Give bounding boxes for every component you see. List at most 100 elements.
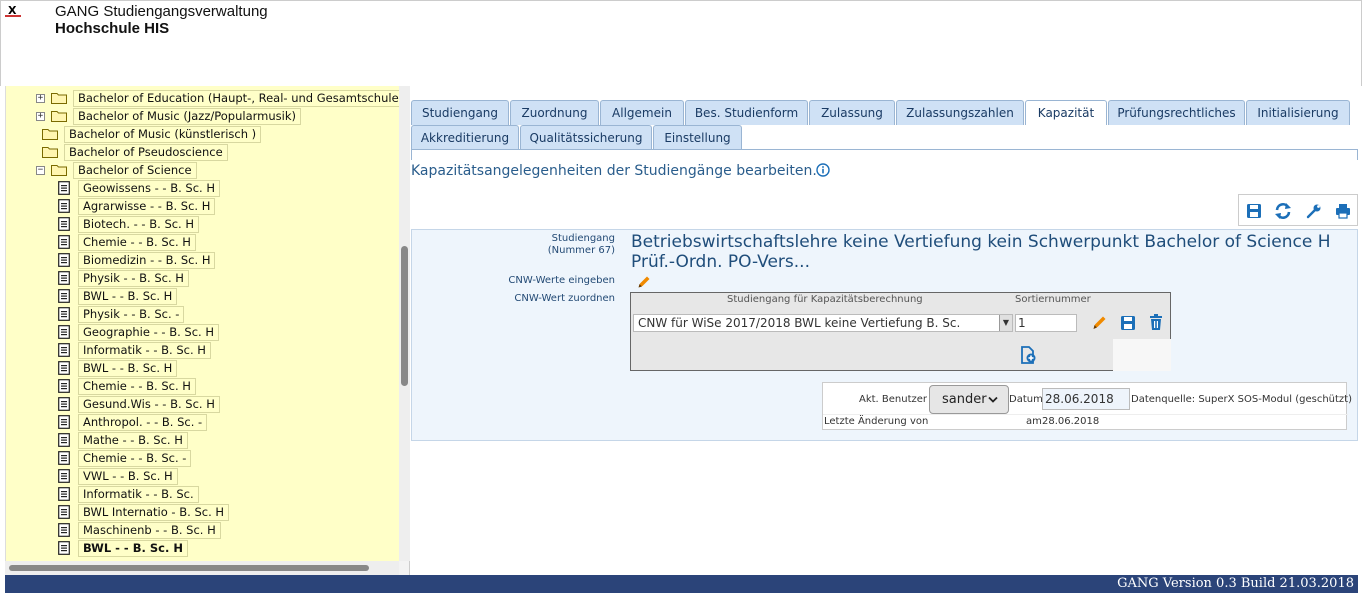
- tree-item-label: Physik - - B. Sc. -: [78, 305, 185, 323]
- tree-item-label: Biotech. - - B. Sc. H: [78, 215, 200, 233]
- sort-number-input[interactable]: 1: [1015, 314, 1077, 332]
- tree-item[interactable]: Geowissens - - B. Sc. H: [58, 179, 221, 197]
- tree-item[interactable]: Geographie - - B. Sc. H: [58, 323, 220, 341]
- tree-vertical-scroll-thumb[interactable]: [401, 246, 408, 386]
- tree-item[interactable]: VWL - - B. Sc. H: [58, 467, 178, 485]
- tree-item[interactable]: Chemie - - B. Sc. H: [58, 377, 196, 395]
- print-button[interactable]: [1333, 201, 1353, 221]
- tab-studiengang[interactable]: Studiengang: [411, 100, 509, 125]
- tree-item[interactable]: BWL - - B. Sc. H: [58, 539, 188, 557]
- tree-item-label: BWL Internatio - B. Sc. H: [78, 503, 230, 521]
- tree-item[interactable]: Agrarwisse - - B. Sc. H: [58, 197, 216, 215]
- tree-item[interactable]: + Bachelor of Music (Jazz/Popularmusik): [36, 107, 301, 125]
- tab-zuordnung[interactable]: Zuordnung: [510, 100, 599, 125]
- tab-einstellung[interactable]: Einstellung: [653, 125, 742, 150]
- tree-item[interactable]: BWL - - B. Sc. H: [58, 359, 178, 377]
- tree-item[interactable]: Informatik - - B. Sc.: [58, 485, 199, 503]
- tab-qualitätssicherung[interactable]: Qualitätssicherung: [520, 125, 652, 150]
- document-icon: [58, 523, 70, 537]
- edit-row-pencil-icon[interactable]: [1091, 314, 1109, 332]
- tree-item[interactable]: Physik - - B. Sc. H: [58, 269, 189, 287]
- tree-item[interactable]: Chemie - - B. Sc. H: [58, 233, 196, 251]
- tree-item[interactable]: − Bachelor of Science: [36, 161, 197, 179]
- dropdown-arrow-icon[interactable]: ▼: [999, 315, 1012, 331]
- tab-kapazität[interactable]: Kapazität: [1025, 100, 1107, 125]
- tree-item-label: BWL - - B. Sc. H: [78, 539, 188, 557]
- tree-item[interactable]: Mathe - - B. Sc. H: [58, 431, 188, 449]
- tree-item-label: Bachelor of Music (künstlerisch ): [64, 125, 262, 143]
- tab-allgemein[interactable]: Allgemein: [600, 100, 684, 125]
- tree-item-label: Agrarwisse - - B. Sc. H: [78, 197, 216, 215]
- tree-item[interactable]: Gesund.Wis - - B. Sc. H: [58, 395, 220, 413]
- document-icon: [58, 343, 70, 357]
- tree-item[interactable]: Biotech. - - B. Sc. H: [58, 215, 200, 233]
- add-row-document-icon[interactable]: [1019, 346, 1037, 364]
- tree-horizontal-scroll-thumb[interactable]: [9, 565, 369, 571]
- tree-item[interactable]: Bachelor of Music (künstlerisch ): [42, 125, 262, 143]
- tree-item[interactable]: BWL Internatio - B. Sc. H: [58, 503, 230, 521]
- settings-button[interactable]: [1304, 201, 1324, 221]
- tree-vertical-scrollbar[interactable]: [399, 86, 410, 561]
- tree-item-label: Bachelor of Education (Haupt-, Real- und…: [73, 89, 399, 107]
- tree-item[interactable]: Maschinenb - - B. Sc. H: [58, 521, 221, 539]
- collapse-toggle-icon[interactable]: −: [36, 165, 45, 175]
- folder-icon: [51, 111, 67, 122]
- folder-open-icon: [51, 165, 67, 176]
- save-button[interactable]: [1244, 201, 1264, 221]
- tree-item-label: Chemie - - B. Sc. H: [78, 233, 196, 251]
- delete-row-trash-icon[interactable]: [1147, 313, 1165, 331]
- document-icon: [58, 271, 70, 285]
- tree-item[interactable]: Physik - - B. Sc. -: [58, 305, 185, 323]
- capacity-form: Studiengang (Nummer 67) Betriebswirtscha…: [411, 229, 1358, 441]
- refresh-button[interactable]: [1273, 201, 1293, 221]
- studiengang-number: (Nummer 67): [547, 245, 615, 256]
- document-icon: [58, 451, 70, 465]
- document-icon: [58, 181, 70, 195]
- tree-panel: + Bachelor of Education (Haupt-, Real- un…: [5, 86, 410, 575]
- tree-item[interactable]: + Bachelor of Education (Haupt-, Real- un…: [36, 89, 399, 107]
- tree-item[interactable]: Anthropol. - - B. Sc. -: [58, 413, 208, 431]
- document-icon: [58, 397, 70, 411]
- tree-item[interactable]: Biomedizin - - B. Sc. H: [58, 251, 216, 269]
- app-header: X GANG Studiengangsverwaltung Hochschule…: [0, 0, 1362, 86]
- tree-item-label: BWL - - B. Sc. H: [78, 287, 178, 305]
- column-header-studiengang: Studiengang für Kapazitätsberechnung: [727, 294, 923, 305]
- column-header-sortiernummer: Sortiernummer: [1015, 294, 1091, 305]
- refresh-icon: [1275, 203, 1291, 219]
- user-name: sander: [942, 392, 987, 407]
- tree-item-label: Bachelor of Pseudoscience: [64, 143, 228, 161]
- document-icon: [58, 361, 70, 375]
- tree-item[interactable]: Bachelor of Pseudoscience: [42, 143, 228, 161]
- tree-item-label: Geographie - - B. Sc. H: [78, 323, 220, 341]
- studiengang-value: Betriebswirtschaftslehre keine Vertiefun…: [631, 232, 1331, 272]
- date-input[interactable]: 28.06.2018: [1042, 388, 1130, 410]
- info-icon[interactable]: [816, 163, 830, 177]
- program-tree: + Bachelor of Education (Haupt-, Real- un…: [5, 86, 399, 561]
- expand-toggle-icon[interactable]: +: [36, 93, 45, 103]
- tab-initialisierung[interactable]: Initialisierung: [1246, 100, 1350, 125]
- tree-item[interactable]: BWL - - B. Sc. H: [58, 287, 178, 305]
- tab-zulassungszahlen[interactable]: Zulassungszahlen: [896, 100, 1024, 125]
- current-user-label: Akt. Benutzer: [859, 394, 928, 405]
- tree-item[interactable]: Informatik - - B. Sc. H: [58, 341, 211, 359]
- tab-bes-studienform[interactable]: Bes. Studienform: [685, 100, 808, 125]
- tree-horizontal-scrollbar[interactable]: [5, 561, 399, 575]
- save-row-icon[interactable]: [1119, 314, 1137, 332]
- cnw-select[interactable]: CNW für WiSe 2017/2018 BWL keine Vertief…: [633, 314, 1013, 332]
- last-change-date: 28.06.2018: [1042, 416, 1100, 427]
- expand-toggle-icon[interactable]: +: [36, 111, 45, 121]
- edit-cnw-pencil-icon[interactable]: [636, 274, 652, 290]
- app-title: GANG Studiengangsverwaltung: [55, 3, 268, 20]
- tab-akkreditierung[interactable]: Akkreditierung: [411, 125, 519, 150]
- tab-zulassung[interactable]: Zulassung: [809, 100, 895, 125]
- document-icon: [58, 289, 70, 303]
- document-icon: [58, 235, 70, 249]
- tree-item[interactable]: Chemie - - B. Sc. -: [58, 449, 192, 467]
- document-icon: [58, 487, 70, 501]
- tab-prüfungsrechtliches[interactable]: Prüfungsrechtliches: [1108, 100, 1245, 125]
- print-icon: [1336, 204, 1350, 219]
- user-dropdown-button[interactable]: sander: [929, 385, 1009, 414]
- wrench-icon: [1306, 204, 1321, 219]
- document-icon: [58, 217, 70, 231]
- document-icon: [58, 325, 70, 339]
